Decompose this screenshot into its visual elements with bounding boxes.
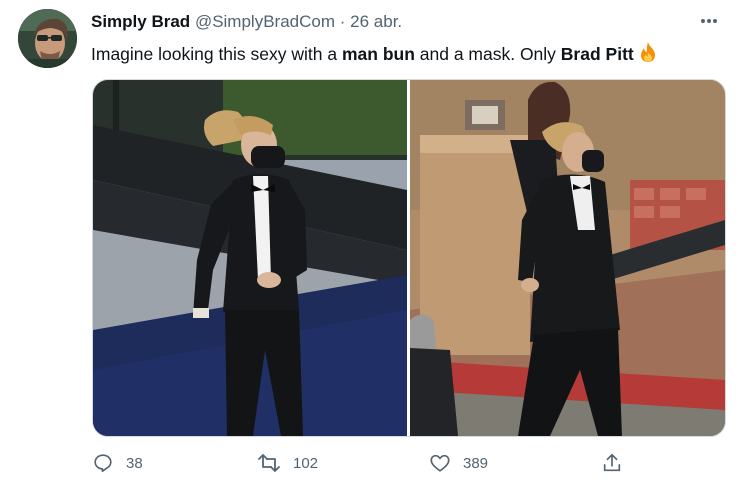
heart-icon: [429, 452, 451, 474]
tweet-date[interactable]: 26 abr.: [350, 12, 402, 31]
reply-button[interactable]: 38: [92, 450, 143, 476]
retweet-button[interactable]: 102: [257, 450, 318, 476]
more-options-icon[interactable]: [700, 10, 724, 30]
tweet-text-part: Imagine looking this sexy with a: [91, 44, 342, 64]
photo-man-in-tuxedo-walking[interactable]: [410, 80, 725, 436]
retweet-icon: [257, 452, 281, 474]
reply-count: 38: [126, 454, 143, 472]
media-grid[interactable]: [92, 79, 726, 437]
tweet-text: Imagine looking this sexy with a man bun…: [91, 41, 658, 68]
retweet-count: 102: [293, 454, 319, 472]
avatar[interactable]: [18, 9, 77, 68]
header-separator: ·: [339, 12, 346, 31]
like-count: 389: [463, 454, 489, 472]
tweet-text-part: and a mask. Only: [414, 44, 561, 64]
photo-man-in-tuxedo-posing[interactable]: [93, 80, 407, 436]
tweet-header: Simply Brad @SimplyBradCom · 26 abr.: [91, 12, 402, 32]
reply-icon: [92, 452, 114, 474]
tweet-text-bold-brad-pitt: Brad Pitt: [560, 44, 634, 64]
share-button[interactable]: [601, 450, 623, 476]
tweet[interactable]: Simply Brad @SimplyBradCom · 26 abr. Ima…: [0, 0, 741, 489]
tweet-text-bold-man-bun: man bun: [341, 44, 415, 64]
share-icon: [601, 452, 623, 474]
display-name[interactable]: Simply Brad: [91, 12, 190, 31]
tweet-actions: 38 102 389: [92, 450, 724, 476]
like-button[interactable]: 389: [429, 450, 488, 476]
user-handle[interactable]: @SimplyBradCom: [195, 12, 335, 31]
fire-emoji-icon: [638, 41, 658, 68]
